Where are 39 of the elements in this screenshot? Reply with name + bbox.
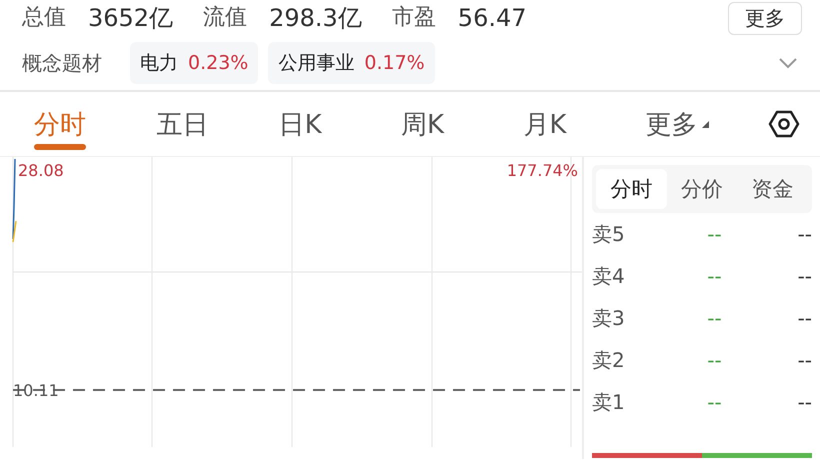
order-price: -- xyxy=(706,222,723,246)
chart-tab[interactable]: 五日 xyxy=(156,92,279,156)
order-volume: -- xyxy=(796,348,812,372)
change-percent-label: 177.74% xyxy=(506,161,578,180)
order-volume: -- xyxy=(796,306,812,330)
order-level-label: 卖1 xyxy=(592,388,626,416)
caret-icon xyxy=(702,120,709,128)
concept-tag[interactable]: 公用事业 0.17% xyxy=(268,42,435,84)
order-price: -- xyxy=(706,264,723,288)
order-volume: -- xyxy=(796,390,812,414)
order-volume: -- xyxy=(796,222,812,246)
order-price: -- xyxy=(706,390,723,414)
chart-tab[interactable]: 周K xyxy=(400,92,524,156)
stat-value: 3652亿 xyxy=(88,3,174,33)
concept-tag[interactable]: 电力 0.23% xyxy=(130,42,258,84)
stat-label: 流值 xyxy=(203,4,248,32)
order-volume: -- xyxy=(796,264,812,288)
chart-tab[interactable]: 分时 xyxy=(34,92,156,156)
order-level-label: 卖3 xyxy=(592,304,626,332)
stat-value: 298.3亿 xyxy=(269,3,362,33)
stat-value: 56.47 xyxy=(458,3,527,33)
panel-tab[interactable]: 资金 xyxy=(737,169,808,209)
order-level-label: 卖4 xyxy=(592,262,626,290)
chevron-down-icon[interactable] xyxy=(778,57,798,69)
concept-label: 概念题材 xyxy=(22,50,102,76)
order-price: -- xyxy=(706,348,723,372)
panel-tab[interactable]: 分时 xyxy=(596,169,667,209)
chart-tab[interactable]: 更多 xyxy=(646,92,768,156)
stat-label: 总值 xyxy=(22,4,66,32)
panel-tab[interactable]: 分价 xyxy=(666,169,738,209)
order-level-label: 卖5 xyxy=(592,220,626,248)
order-price: -- xyxy=(706,306,723,330)
more-button[interactable]: 更多 xyxy=(728,2,802,34)
chart-tab[interactable]: 月K xyxy=(523,92,646,156)
chart-tab[interactable]: 日K xyxy=(278,92,401,156)
stat-label: 市盈 xyxy=(392,4,436,32)
settings-icon[interactable] xyxy=(768,108,800,140)
high-price-label: 28.08 xyxy=(18,161,64,180)
order-level-label: 卖2 xyxy=(592,346,626,374)
